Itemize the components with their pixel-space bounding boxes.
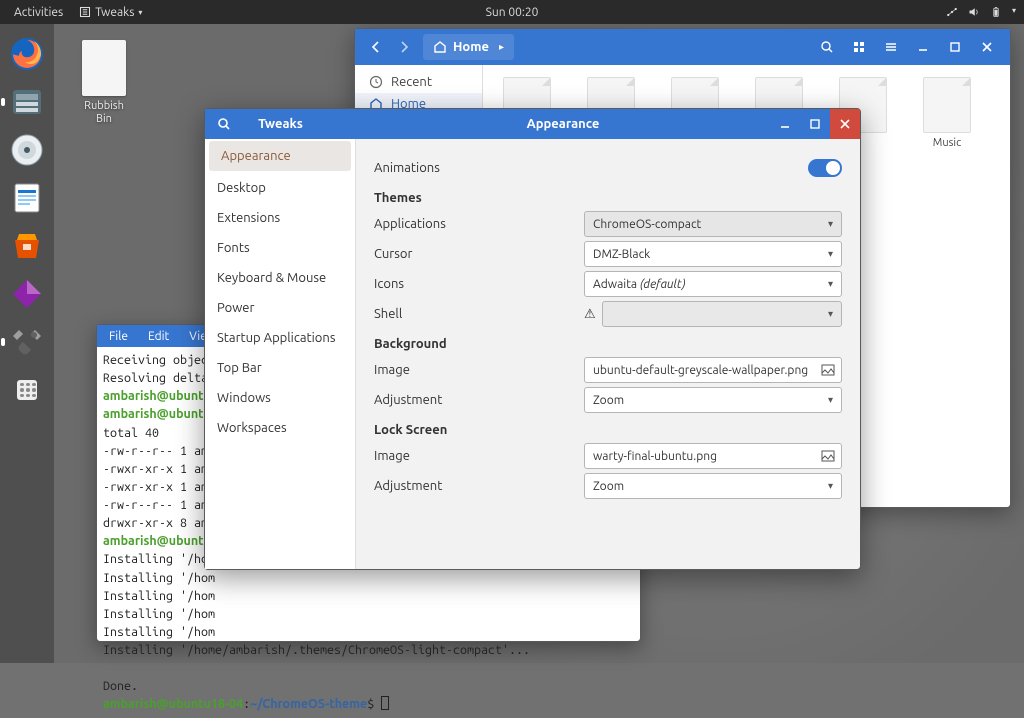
network-icon[interactable]: [946, 6, 958, 18]
icons-dropdown[interactable]: Adwaita (default)▾: [584, 271, 842, 297]
themes-heading: Themes: [374, 183, 842, 209]
app-menu-icon[interactable]: Tweaks ▾: [73, 6, 142, 19]
bg-image-label: Image: [374, 363, 584, 377]
sidebar-fonts[interactable]: Fonts: [205, 233, 355, 263]
menu-edit[interactable]: Edit: [140, 328, 177, 345]
hamburger-button[interactable]: [878, 34, 904, 60]
maximize-button[interactable]: [800, 109, 830, 139]
app-menu-label[interactable]: Tweaks: [95, 6, 134, 19]
bg-image-button[interactable]: ubuntu-default-greyscale-wallpaper.png: [584, 357, 842, 383]
shell-label: Shell: [374, 307, 584, 321]
ls-image-button[interactable]: warty-final-ubuntu.png: [584, 443, 842, 469]
background-heading: Background: [374, 329, 842, 355]
search-button[interactable]: [217, 117, 231, 131]
applications-dropdown[interactable]: ChromeOS-compact▾: [584, 211, 842, 237]
close-button[interactable]: [974, 34, 1000, 60]
grid-item[interactable]: Music: [915, 77, 979, 149]
sidebar-appearance[interactable]: Appearance: [209, 141, 351, 171]
dock-tweaks[interactable]: [5, 320, 49, 364]
sidebar-extensions[interactable]: Extensions: [205, 203, 355, 233]
sidebar-desktop[interactable]: Desktop: [205, 173, 355, 203]
sidebar-keyboard-mouse[interactable]: Keyboard & Mouse: [205, 263, 355, 293]
system-menu-arrow[interactable]: ▾: [1012, 6, 1016, 18]
sidebar-recent[interactable]: Recent: [355, 71, 482, 93]
tweaks-headerbar: Tweaks Appearance: [205, 109, 860, 139]
search-button[interactable]: [814, 34, 840, 60]
trash-icon: [82, 40, 126, 96]
warning-icon: ⚠: [584, 307, 596, 322]
clock-icon: [369, 75, 383, 89]
top-bar: Activities Tweaks ▾ Sun 00:20 ▾: [0, 0, 1024, 24]
cursor-label: Cursor: [374, 247, 584, 261]
dock-software[interactable]: [5, 224, 49, 268]
image-icon: [821, 450, 835, 462]
bg-adjustment-dropdown[interactable]: Zoom▾: [584, 387, 842, 413]
tweaks-subtitle: Appearance: [356, 117, 770, 131]
dock-firefox[interactable]: [5, 32, 49, 76]
animations-switch[interactable]: [808, 159, 842, 177]
applications-label: Applications: [374, 217, 584, 231]
tweaks-window: Tweaks Appearance Appearance Desktop Ext…: [204, 108, 861, 570]
dock-app-purple[interactable]: [5, 272, 49, 316]
bg-adjustment-label: Adjustment: [374, 393, 584, 407]
battery-icon[interactable]: [990, 6, 1002, 18]
files-headerbar: Home ▸: [355, 29, 1010, 65]
dock-files[interactable]: [5, 80, 49, 124]
sidebar-recent-label: Recent: [391, 75, 432, 89]
ls-image-label: Image: [374, 449, 584, 463]
desktop-trash[interactable]: Rubbish Bin: [76, 40, 132, 126]
path-bar[interactable]: Home ▸: [423, 34, 514, 60]
ls-adjustment-dropdown[interactable]: Zoom▾: [584, 473, 842, 499]
menu-file[interactable]: File: [101, 328, 136, 345]
tweaks-sidebar: Appearance Desktop Extensions Fonts Keyb…: [205, 139, 356, 569]
minimize-button[interactable]: [910, 34, 936, 60]
ls-adjustment-label: Adjustment: [374, 479, 584, 493]
shell-dropdown: ▾: [602, 301, 842, 327]
dock-rhythmbox[interactable]: [5, 128, 49, 172]
dock: [0, 24, 54, 663]
cursor-dropdown[interactable]: DMZ-Black▾: [584, 241, 842, 267]
nav-back-button[interactable]: [363, 34, 389, 60]
sidebar-windows[interactable]: Windows: [205, 383, 355, 413]
tweaks-title: Tweaks: [258, 117, 303, 131]
trash-label: Rubbish Bin: [76, 100, 132, 126]
sidebar-workspaces[interactable]: Workspaces: [205, 413, 355, 443]
lockscreen-heading: Lock Screen: [374, 415, 842, 441]
maximize-button[interactable]: [942, 34, 968, 60]
sidebar-top-bar[interactable]: Top Bar: [205, 353, 355, 383]
home-icon: [433, 40, 447, 54]
icons-label: Icons: [374, 277, 584, 291]
animations-label: Animations: [374, 161, 584, 175]
activities-button[interactable]: Activities: [8, 4, 69, 21]
view-grid-button[interactable]: [846, 34, 872, 60]
sidebar-startup-apps[interactable]: Startup Applications: [205, 323, 355, 353]
dock-libreoffice[interactable]: [5, 176, 49, 220]
tweaks-content: Animations Themes Applications ChromeOS-…: [356, 139, 860, 569]
minimize-button[interactable]: [770, 109, 800, 139]
image-icon: [821, 364, 835, 376]
path-home-label: Home: [453, 40, 489, 54]
close-button[interactable]: [830, 109, 860, 139]
nav-forward-button[interactable]: [391, 34, 417, 60]
dock-show-apps[interactable]: [5, 368, 49, 412]
volume-icon[interactable]: [968, 6, 980, 18]
sidebar-power[interactable]: Power: [205, 293, 355, 323]
clock[interactable]: Sun 00:20: [486, 6, 539, 19]
